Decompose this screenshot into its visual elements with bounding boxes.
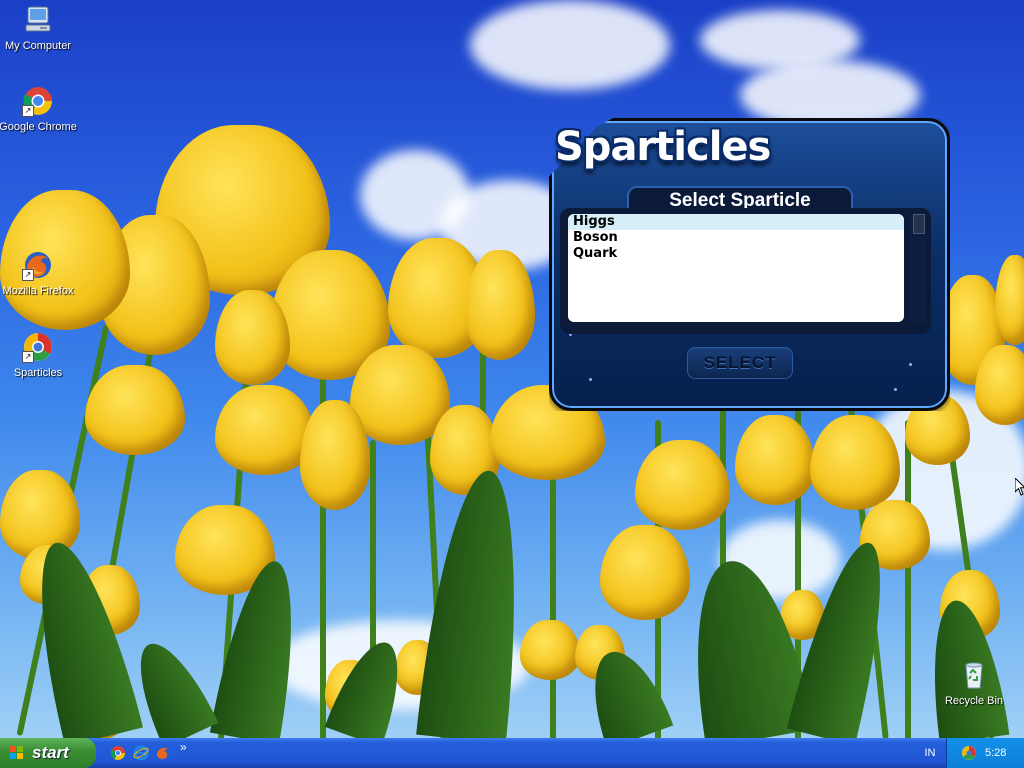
start-button[interactable]: start [0, 738, 96, 768]
windows-logo-icon [10, 746, 24, 760]
desktop-icon-sparticles[interactable]: ↗ Sparticles [0, 331, 78, 379]
select-button[interactable]: SELECT [687, 347, 793, 379]
list-scrollbar[interactable] [910, 212, 926, 324]
shortcut-arrow-icon: ↗ [22, 105, 34, 117]
list-item-boson[interactable]: Boson [568, 230, 904, 246]
desktop-icon-recycle-bin[interactable]: Recycle Bin [934, 659, 1014, 707]
quicklaunch-chrome-icon[interactable] [110, 745, 126, 761]
taskbar: start » IN 5:28 [0, 738, 1024, 768]
quicklaunch-chevron[interactable]: » [180, 740, 196, 756]
recycle-bin-icon [958, 659, 990, 691]
sparticles-icon: ↗ [22, 331, 54, 363]
desktop-icon-my-computer[interactable]: My Computer [0, 4, 78, 52]
shortcut-arrow-icon: ↗ [22, 269, 34, 281]
chrome-icon: ↗ [22, 85, 54, 117]
list-item-quark[interactable]: Quark [568, 246, 904, 262]
clock[interactable]: 5:28 [985, 738, 1006, 768]
system-tray: 5:28 [946, 738, 1024, 768]
sparticles-window[interactable]: Sparticles Select Sparticle Higgs Boson … [549, 118, 950, 411]
my-computer-icon [22, 4, 54, 36]
quicklaunch-internet-explorer-icon[interactable] [133, 745, 149, 761]
sparticle-list[interactable]: Higgs Boson Quark [568, 214, 904, 322]
tray-sparticles-icon[interactable] [961, 745, 977, 761]
list-item-higgs[interactable]: Higgs [568, 214, 904, 230]
desktop-icon-label: Mozilla Firefox [2, 285, 74, 297]
start-label: start [32, 743, 69, 762]
desktop-icon-google-chrome[interactable]: ↗ Google Chrome [0, 85, 78, 133]
app-logo: Sparticles [555, 124, 771, 170]
quicklaunch-firefox-icon[interactable] [155, 745, 171, 761]
list-frame: Higgs Boson Quark [560, 208, 931, 334]
desktop-icon-label: My Computer [4, 40, 72, 52]
firefox-icon: ↗ [22, 249, 54, 281]
language-indicator[interactable]: IN [918, 738, 942, 768]
shortcut-arrow-icon: ↗ [22, 351, 34, 363]
scrollbar-thumb[interactable] [913, 214, 925, 234]
desktop-icon-mozilla-firefox[interactable]: ↗ Mozilla Firefox [0, 249, 78, 297]
desktop-icon-label: Recycle Bin [944, 695, 1004, 707]
desktop-icon-label: Sparticles [13, 367, 63, 379]
desktop-icon-label: Google Chrome [0, 121, 77, 133]
